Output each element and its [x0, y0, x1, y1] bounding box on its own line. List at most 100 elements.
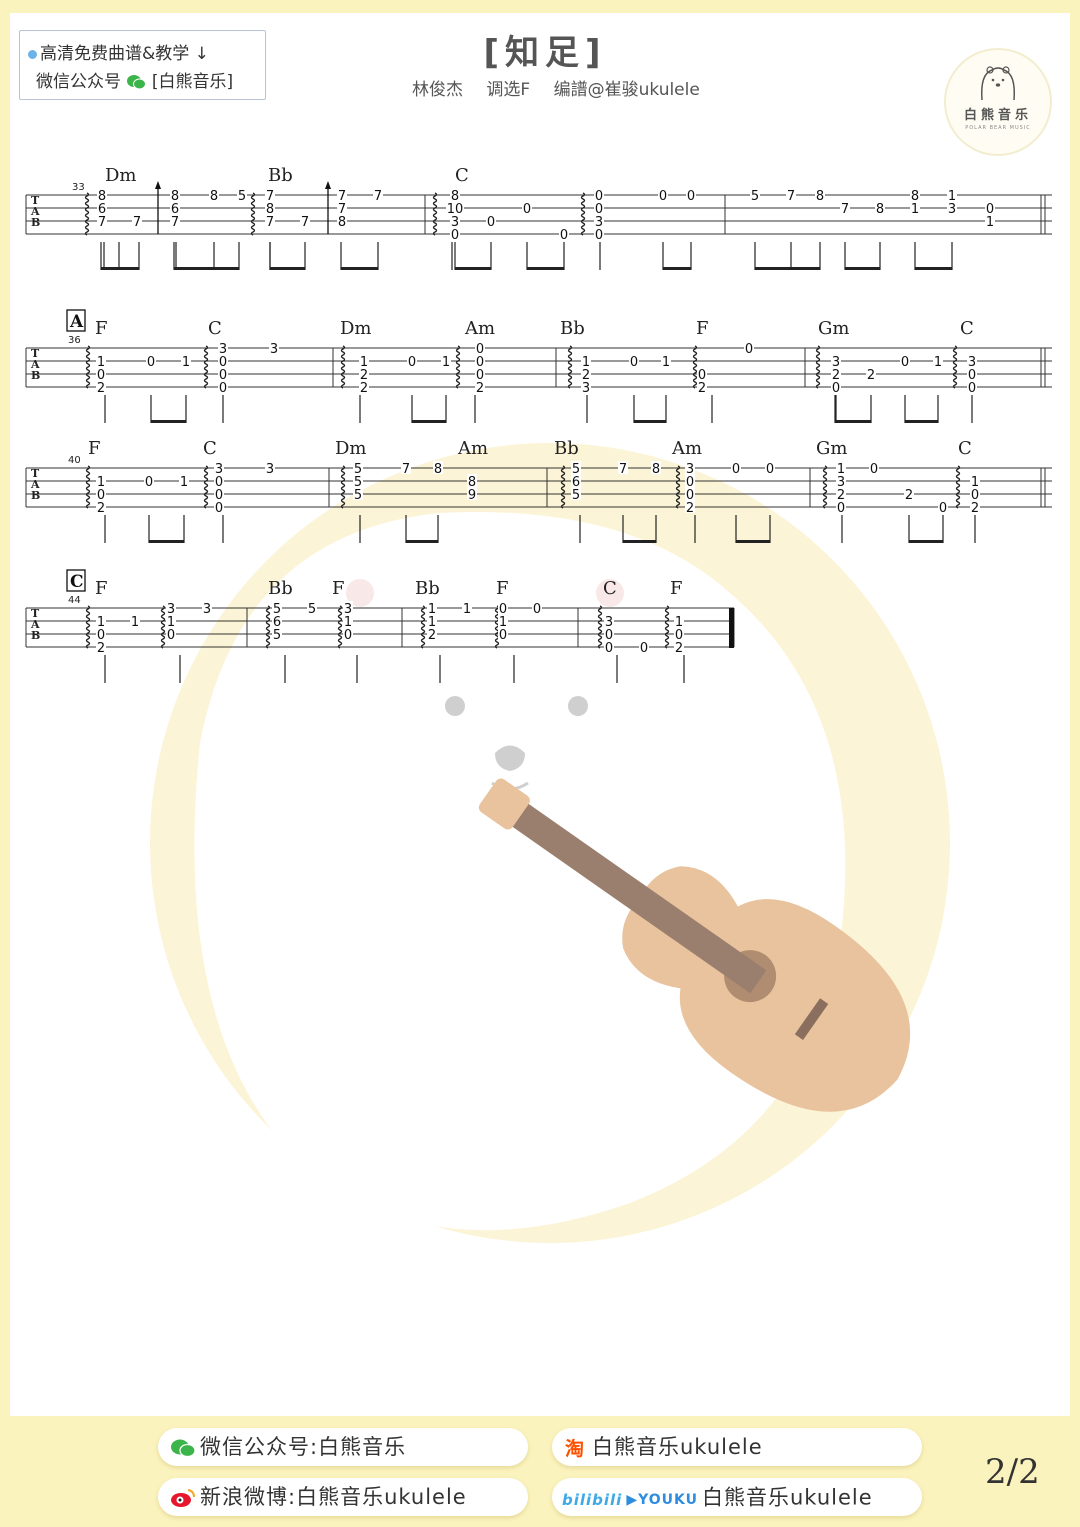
fret-number: 8: [338, 215, 346, 230]
fret-number: 1: [182, 355, 190, 370]
chord-name: Bb: [560, 318, 585, 339]
fret-number: 0: [595, 189, 603, 204]
fret-number: 0: [605, 641, 613, 656]
score-page: 高清免费曲谱&教学 ↓ 微信公众号 [白熊音乐] [知足] 林俊杰 调选F 编譜…: [10, 13, 1070, 1416]
chord-name: Bb: [268, 578, 293, 599]
fret-number: 7: [301, 215, 309, 230]
note-beam: [270, 267, 305, 270]
chord-name: Dm: [105, 165, 137, 186]
fret-number: 0: [145, 475, 153, 490]
fret-number: 0: [870, 462, 878, 477]
fret-number: 0: [533, 602, 541, 617]
fret-number: 5: [751, 189, 759, 204]
video-link[interactable]: bilibili ▶YOUKU 白熊音乐ukulele: [552, 1478, 922, 1516]
note-beam: [634, 420, 666, 423]
arpeggio-mark: [692, 345, 698, 389]
fret-number: 2: [905, 488, 913, 503]
tab-clef-letter: B: [31, 216, 40, 229]
song-meta: 林俊杰 调选F 编譜@崔骏ukulele: [412, 75, 718, 100]
bilibili-icon: bilibili: [562, 1490, 623, 1509]
arpeggio-mark: [265, 605, 271, 649]
arpeggio-mark: [337, 605, 343, 649]
note-beam: [149, 540, 184, 543]
fret-number: 0: [745, 342, 753, 357]
fret-number: 2: [867, 368, 875, 383]
fret-number: 7: [374, 189, 382, 204]
tab-clef-letter: B: [31, 489, 40, 502]
chord-name: F: [696, 318, 709, 339]
fret-number: 2: [360, 381, 368, 396]
note-beam: [755, 267, 820, 270]
fret-number: 0: [595, 228, 603, 243]
fret-number: 7: [402, 462, 410, 477]
chord-name: C: [455, 165, 469, 186]
dot-icon: [28, 49, 37, 59]
arpeggio-mark: [822, 465, 828, 509]
chord-name: F: [95, 318, 108, 339]
fret-number: 1: [662, 355, 670, 370]
note-beam: [412, 420, 446, 423]
fret-number: 3: [270, 342, 278, 357]
weibo-link[interactable]: 新浪微博:白熊音乐ukulele: [158, 1478, 528, 1516]
arpeggio-mark: [597, 605, 603, 649]
fret-number: 2: [97, 381, 105, 396]
weibo-icon: [171, 1489, 195, 1507]
fret-number: 7: [98, 215, 106, 230]
fret-number: 2: [686, 501, 694, 516]
arpeggio-mark: [432, 192, 438, 236]
chord-name: F: [670, 578, 683, 599]
note-beam: [623, 540, 656, 543]
fret-number: 0: [687, 189, 695, 204]
strum-up-arrow-icon: [155, 181, 161, 189]
note-beam: [909, 540, 943, 543]
chord-name: C: [203, 438, 217, 459]
fret-number: 0: [640, 641, 648, 656]
fret-number: 2: [971, 501, 979, 516]
fret-number: 7: [133, 215, 141, 230]
tab-clef-letter: B: [31, 369, 40, 382]
arpeggio-mark: [340, 465, 346, 509]
chord-name: Gm: [818, 318, 849, 339]
chord-name: C: [960, 318, 974, 339]
note-beam: [845, 267, 880, 270]
chord-name: C: [958, 438, 972, 459]
arpeggio-mark: [675, 465, 681, 509]
fret-number: 7: [841, 202, 849, 217]
logo-subname: POLAR BEAR MUSIC: [965, 125, 1031, 131]
wechat-link[interactable]: 微信公众号:白熊音乐: [158, 1428, 528, 1466]
note-beam: [663, 267, 691, 270]
fret-number: 0: [451, 228, 459, 243]
note-beam: [915, 267, 952, 270]
chord-name: Gm: [816, 438, 847, 459]
chord-name: F: [496, 578, 509, 599]
arpeggio-mark: [955, 465, 961, 509]
note-beam: [905, 420, 938, 423]
promo-line-2: 微信公众号 [白熊音乐]: [36, 72, 234, 92]
arpeggio-mark: [567, 345, 573, 389]
fret-number: 7: [338, 189, 346, 204]
fret-number: 1: [180, 475, 188, 490]
fret-number: 8: [652, 462, 660, 477]
footer: 微信公众号:白熊音乐 淘白熊音乐ukulele 新浪微博:白熊音乐ukulele…: [0, 1416, 1080, 1527]
fret-number: 0: [215, 501, 223, 516]
note-beam: [174, 267, 239, 270]
taobao-icon: 淘: [565, 1437, 584, 1459]
fret-number: 2: [97, 501, 105, 516]
rehearsal-mark: C: [70, 572, 84, 592]
fret-number: 0: [147, 355, 155, 370]
fret-number: 5: [238, 189, 246, 204]
fret-number: 5: [572, 488, 580, 503]
fret-number: 0: [219, 381, 227, 396]
promo-box: 高清免费曲谱&教学 ↓ 微信公众号 [白熊音乐]: [19, 30, 266, 100]
measure-number: 40: [68, 455, 81, 466]
note-beam: [836, 420, 871, 423]
taobao-link[interactable]: 淘白熊音乐ukulele: [552, 1428, 922, 1466]
page-number: 2/2: [985, 1452, 1040, 1492]
wechat-icon: [127, 75, 147, 90]
chord-name: Dm: [340, 318, 372, 339]
fret-number: 0: [499, 628, 507, 643]
wechat-icon: [171, 1439, 196, 1458]
tablature: TAB33DmBbC867786785787777877810300000030…: [25, 165, 1052, 683]
arpeggio-mark: [85, 465, 91, 509]
fret-number: 0: [344, 628, 352, 643]
